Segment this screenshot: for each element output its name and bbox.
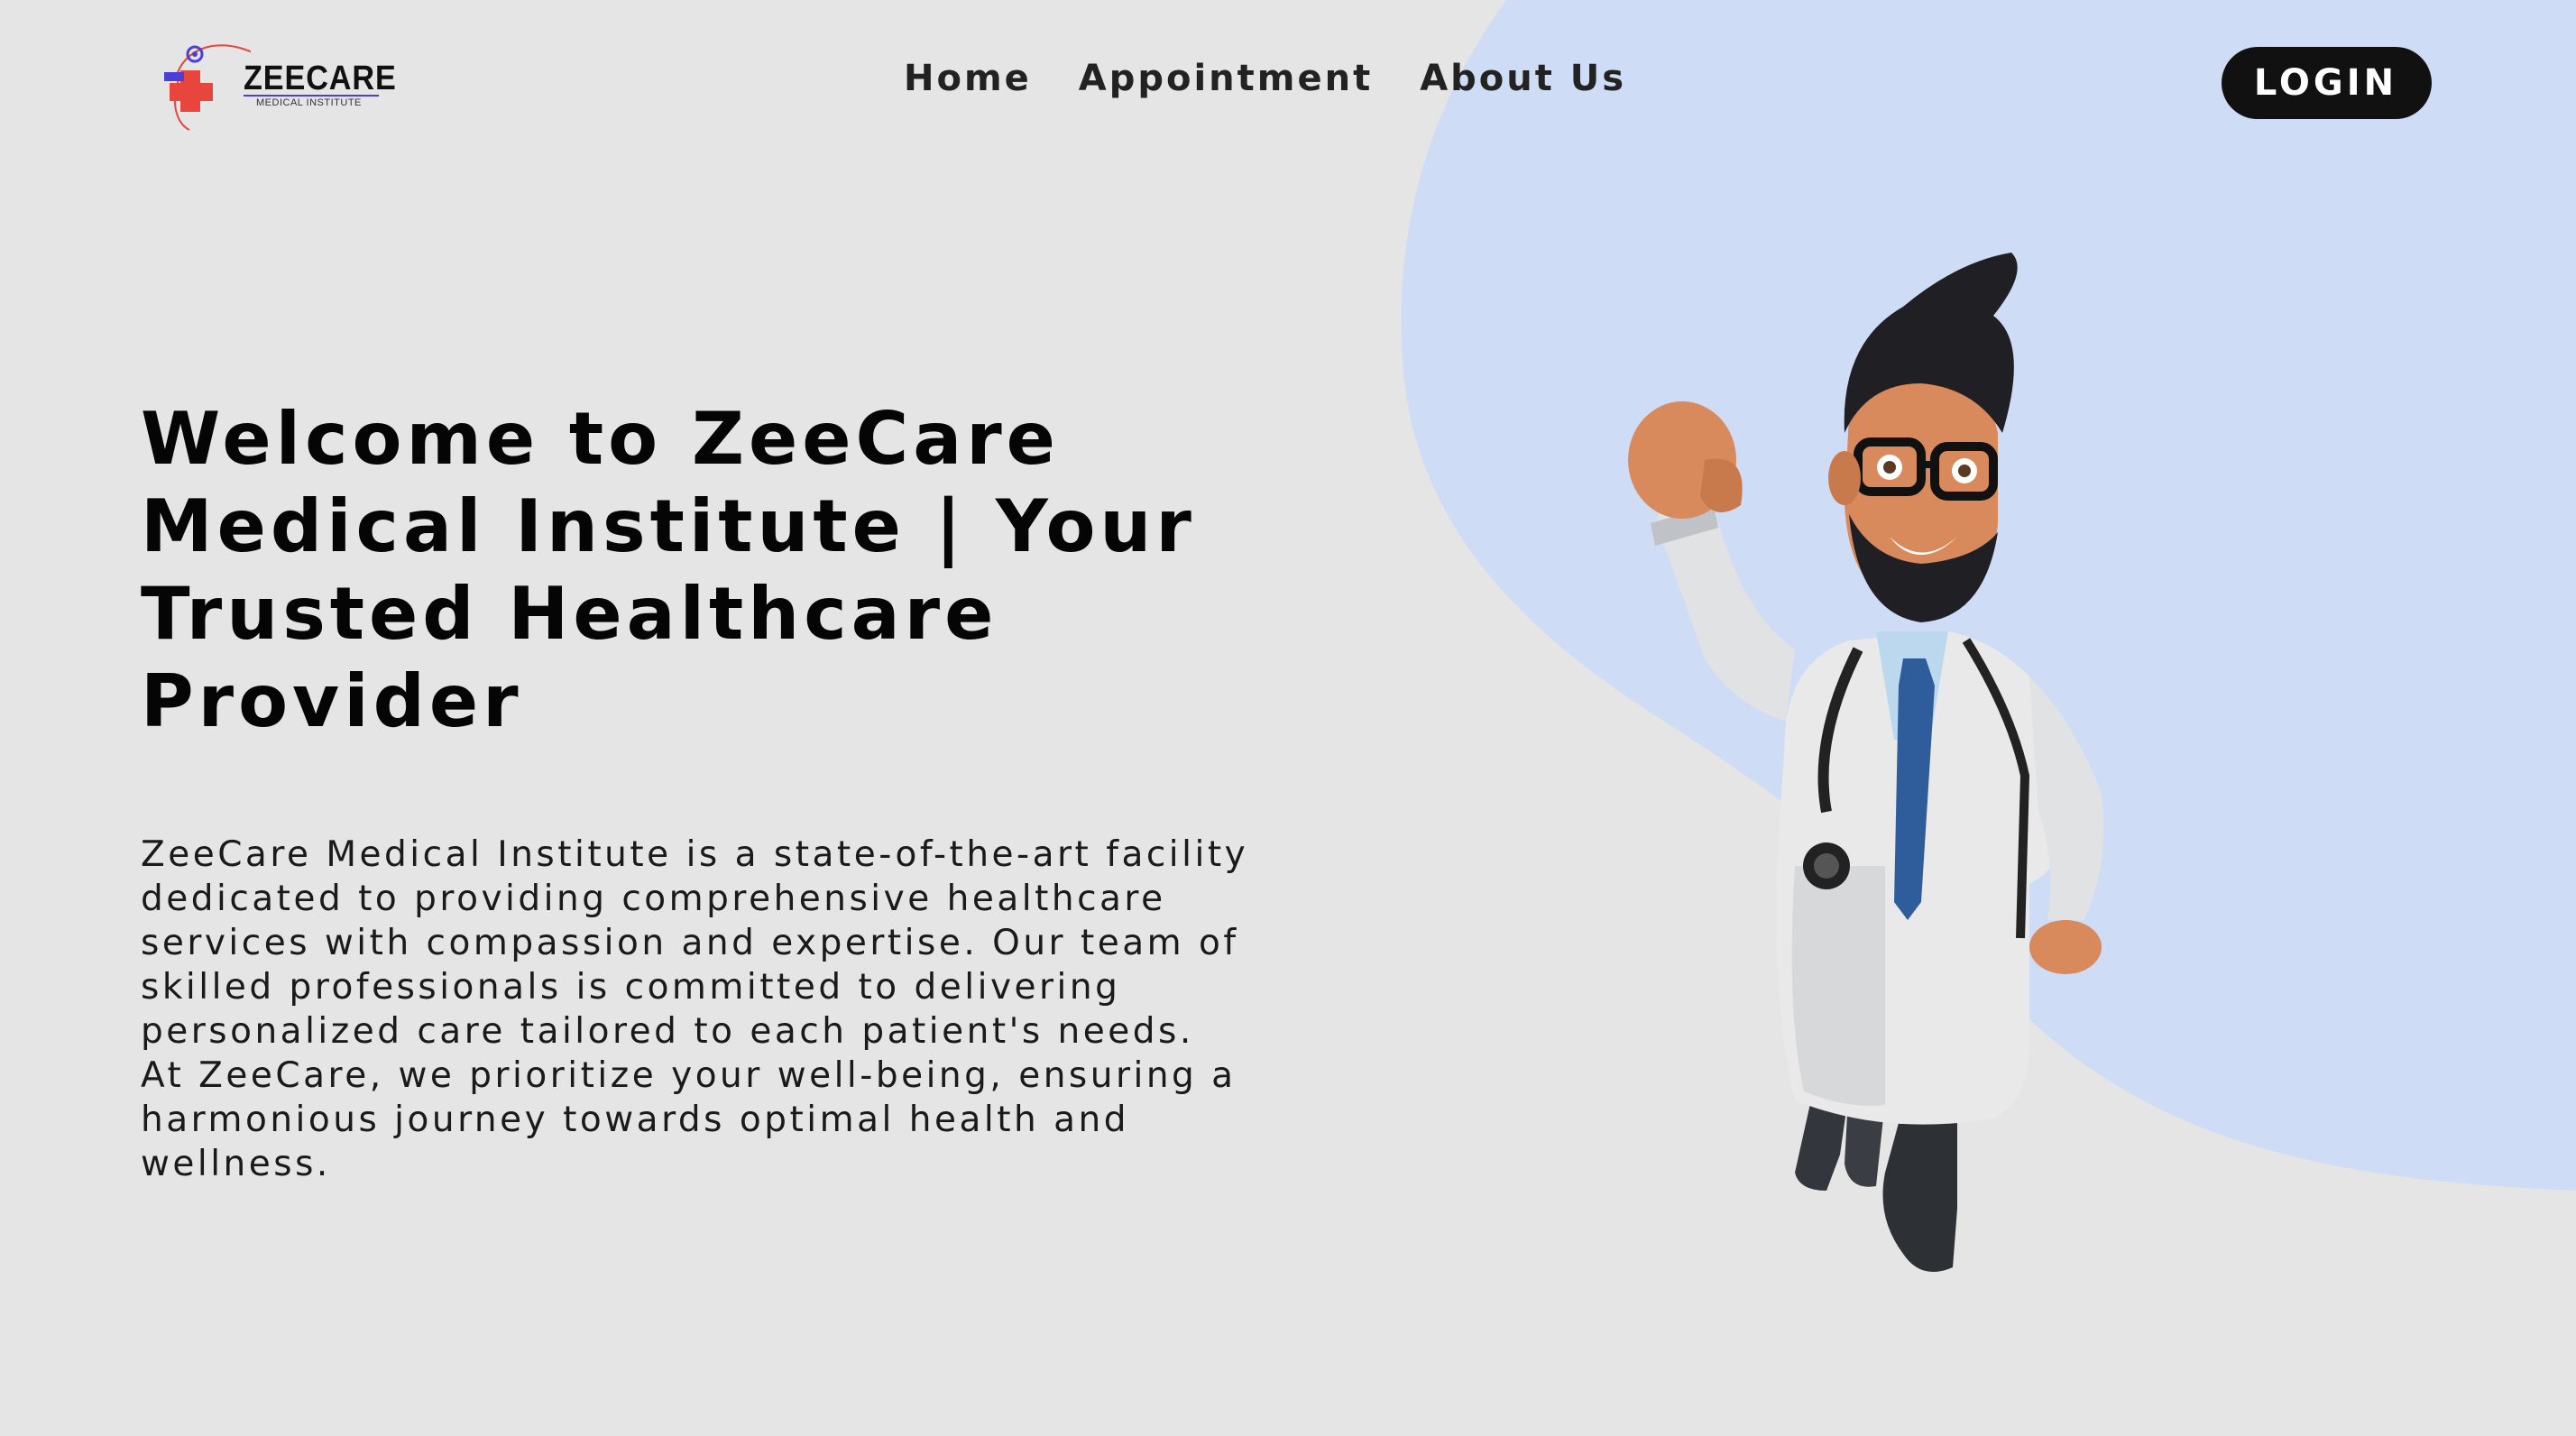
nav-link-appointment[interactable]: Appointment: [1079, 58, 1373, 99]
brand-name: ZEECARE: [244, 60, 397, 97]
brand-tagline: MEDICAL INSTITUTE: [256, 97, 362, 108]
hero-description: ZeeCare Medical Institute is a state-of-…: [141, 834, 1249, 1184]
nav-link-home[interactable]: Home: [904, 58, 1032, 99]
hero-title: Welcome to ZeeCare Medical Institute | Y…: [141, 397, 1196, 743]
navbar: ZEECARE MEDICAL INSTITUTE Home Appointme…: [0, 0, 2576, 171]
login-button[interactable]: LOGIN: [2222, 47, 2432, 119]
landing-page: ZEECARE MEDICAL INSTITUTE Home Appointme…: [0, 0, 2576, 1436]
main-nav: Home Appointment About Us: [904, 58, 1626, 99]
superhero-doctor-illustration: [1628, 253, 2104, 1272]
brand-logo[interactable]: ZEECARE MEDICAL INSTITUTE: [161, 34, 399, 133]
nav-link-about-us[interactable]: About Us: [1420, 58, 1626, 99]
medical-cross-logo-icon: [164, 44, 251, 131]
